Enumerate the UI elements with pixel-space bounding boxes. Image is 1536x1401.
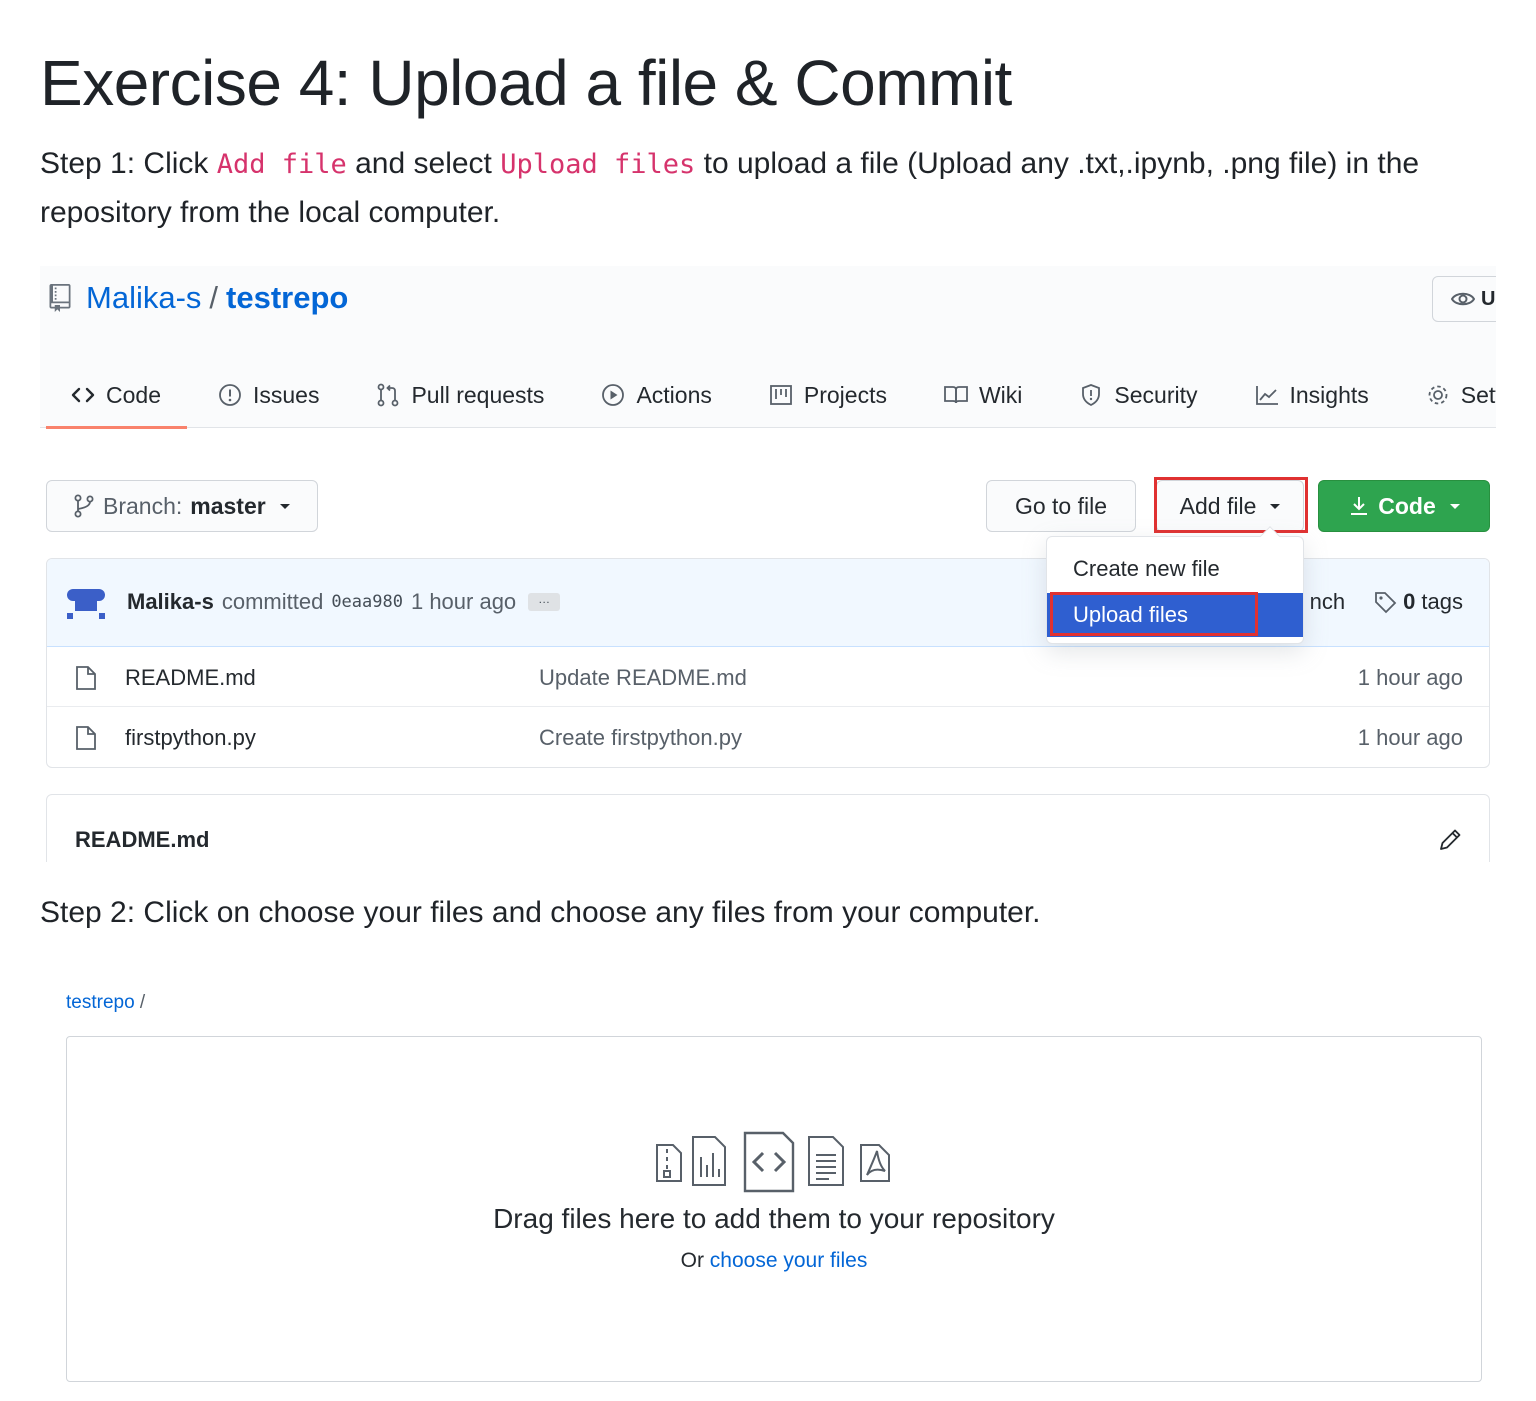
add-file-highlight xyxy=(1154,477,1308,533)
tab-security[interactable]: Security xyxy=(1048,362,1223,428)
tab-pull-requests[interactable]: Pull requests xyxy=(345,362,570,428)
tab-settings-label: Settings xyxy=(1460,381,1496,408)
step1-instructions: Step 1: Click Add file and select Upload… xyxy=(40,140,1500,237)
table-row[interactable]: firstpython.py Create firstpython.py 1 h… xyxy=(47,707,1489,767)
file-name[interactable]: README.md xyxy=(125,665,256,691)
go-to-file-button[interactable]: Go to file xyxy=(986,480,1136,532)
readme-card: README.md xyxy=(46,794,1490,862)
commit-author[interactable]: Malika-s xyxy=(127,589,214,615)
breadcrumb-repo-link[interactable]: testrepo xyxy=(66,992,135,1013)
repo-owner-link[interactable]: Malika-s xyxy=(86,280,201,316)
exercise-title: Exercise 4: Upload a file & Commit xyxy=(40,47,1012,119)
tab-wiki[interactable]: Wiki xyxy=(913,362,1048,428)
drop-or-text: Or xyxy=(680,1249,710,1272)
tab-security-label: Security xyxy=(1114,381,1198,408)
tags-link[interactable]: 0 tags xyxy=(1373,589,1463,615)
file-age: 1 hour ago xyxy=(1357,665,1463,690)
branches-link-partial[interactable]: nch xyxy=(1310,589,1345,615)
play-icon xyxy=(602,384,625,406)
project-icon xyxy=(769,385,792,405)
file-icon xyxy=(76,726,96,750)
tags-label: tags xyxy=(1421,589,1463,614)
eye-icon xyxy=(1451,292,1475,306)
file-commit-message[interactable]: Create firstpython.py xyxy=(539,725,742,751)
tab-actions[interactable]: Actions xyxy=(570,362,737,428)
upload-files-highlight xyxy=(1050,592,1258,636)
upload-screenshot: testrepo / Drag files here to add them t… xyxy=(40,980,1496,1390)
breadcrumb-separator: / xyxy=(134,992,146,1013)
tab-code-label: Code xyxy=(106,381,161,408)
download-icon xyxy=(1351,497,1368,515)
tab-projects-label: Projects xyxy=(803,381,887,408)
file-name[interactable]: firstpython.py xyxy=(125,725,256,751)
repo-icon xyxy=(49,284,71,312)
issue-icon xyxy=(219,384,241,406)
tab-pull-requests-label: Pull requests xyxy=(411,381,545,408)
tab-wiki-label: Wiki xyxy=(978,381,1023,408)
repo-name-link[interactable]: testrepo xyxy=(226,280,348,316)
tags-count: 0 xyxy=(1403,589,1416,614)
tab-settings[interactable]: Settings xyxy=(1395,362,1496,428)
branch-label: Branch: xyxy=(103,492,183,519)
repo-header: Malika-s / testrepo U Code Issues Pull r… xyxy=(40,266,1496,429)
chevron-down-icon xyxy=(279,503,290,509)
commit-expand-button[interactable]: … xyxy=(528,593,561,611)
step1-middle: and select xyxy=(346,147,501,180)
branch-select-button[interactable]: Branch: master xyxy=(46,480,318,532)
book-icon xyxy=(944,386,968,404)
tab-issues-label: Issues xyxy=(252,381,320,408)
watch-label: U xyxy=(1481,287,1496,310)
gear-icon xyxy=(1428,385,1448,405)
code-button-label: Code xyxy=(1378,492,1436,519)
branch-icon xyxy=(74,494,94,518)
pencil-icon[interactable] xyxy=(1437,827,1463,853)
step1-prefix: Step 1: Click xyxy=(40,147,217,180)
tab-insights[interactable]: Insights xyxy=(1224,362,1395,428)
commit-summary: Malika-s committed 0eaa980 1 hour ago … xyxy=(127,589,561,615)
breadcrumb: testrepo / xyxy=(66,992,145,1014)
code-icon xyxy=(71,387,95,403)
graph-icon xyxy=(1255,386,1278,405)
repo-breadcrumb: Malika-s / testrepo xyxy=(48,280,348,316)
tab-projects[interactable]: Projects xyxy=(738,362,913,428)
create-new-file-item[interactable]: Create new file xyxy=(1047,547,1303,591)
file-commit-message[interactable]: Update README.md xyxy=(539,665,747,691)
commit-verb: committed xyxy=(221,589,324,614)
repo-screenshot: Malika-s / testrepo U Code Issues Pull r… xyxy=(40,266,1496,862)
tab-code[interactable]: Code xyxy=(40,362,187,429)
repo-counts: nch 0 tags xyxy=(1310,589,1463,615)
tab-actions-label: Actions xyxy=(636,381,712,408)
repo-separator: / xyxy=(209,280,219,315)
drop-zone-title: Drag files here to add them to your repo… xyxy=(493,1203,1055,1234)
branch-value: master xyxy=(190,492,266,519)
choose-files-link[interactable]: choose your files xyxy=(710,1249,868,1272)
tab-insights-label: Insights xyxy=(1289,381,1369,408)
shield-icon xyxy=(1082,384,1101,407)
watch-button[interactable]: U xyxy=(1432,276,1496,322)
commit-sha[interactable]: 0eaa980 xyxy=(331,592,403,612)
file-drop-zone[interactable]: Drag files here to add them to your repo… xyxy=(66,1036,1482,1382)
code-download-button[interactable]: Code xyxy=(1318,480,1490,532)
avatar xyxy=(67,589,105,619)
commit-time: 1 hour ago xyxy=(410,589,517,614)
drop-zone-subtitle: Or choose your files xyxy=(67,1249,1481,1273)
table-row[interactable]: README.md Update README.md 1 hour ago xyxy=(47,647,1489,707)
chevron-down-icon xyxy=(1449,503,1460,509)
tag-icon xyxy=(1375,592,1397,614)
inline-code-upload-files: Upload files xyxy=(500,149,696,180)
file-age: 1 hour ago xyxy=(1357,725,1463,750)
tab-issues[interactable]: Issues xyxy=(187,362,345,428)
file-types-icon xyxy=(656,1131,890,1193)
inline-code-add-file: Add file xyxy=(216,149,347,180)
pull-request-icon xyxy=(378,383,399,407)
readme-title: README.md xyxy=(75,827,210,852)
repo-tabs: Code Issues Pull requests Actions Projec… xyxy=(40,362,1496,429)
file-icon xyxy=(76,666,96,690)
step2-instructions: Step 2: Click on choose your files and c… xyxy=(40,896,1041,929)
